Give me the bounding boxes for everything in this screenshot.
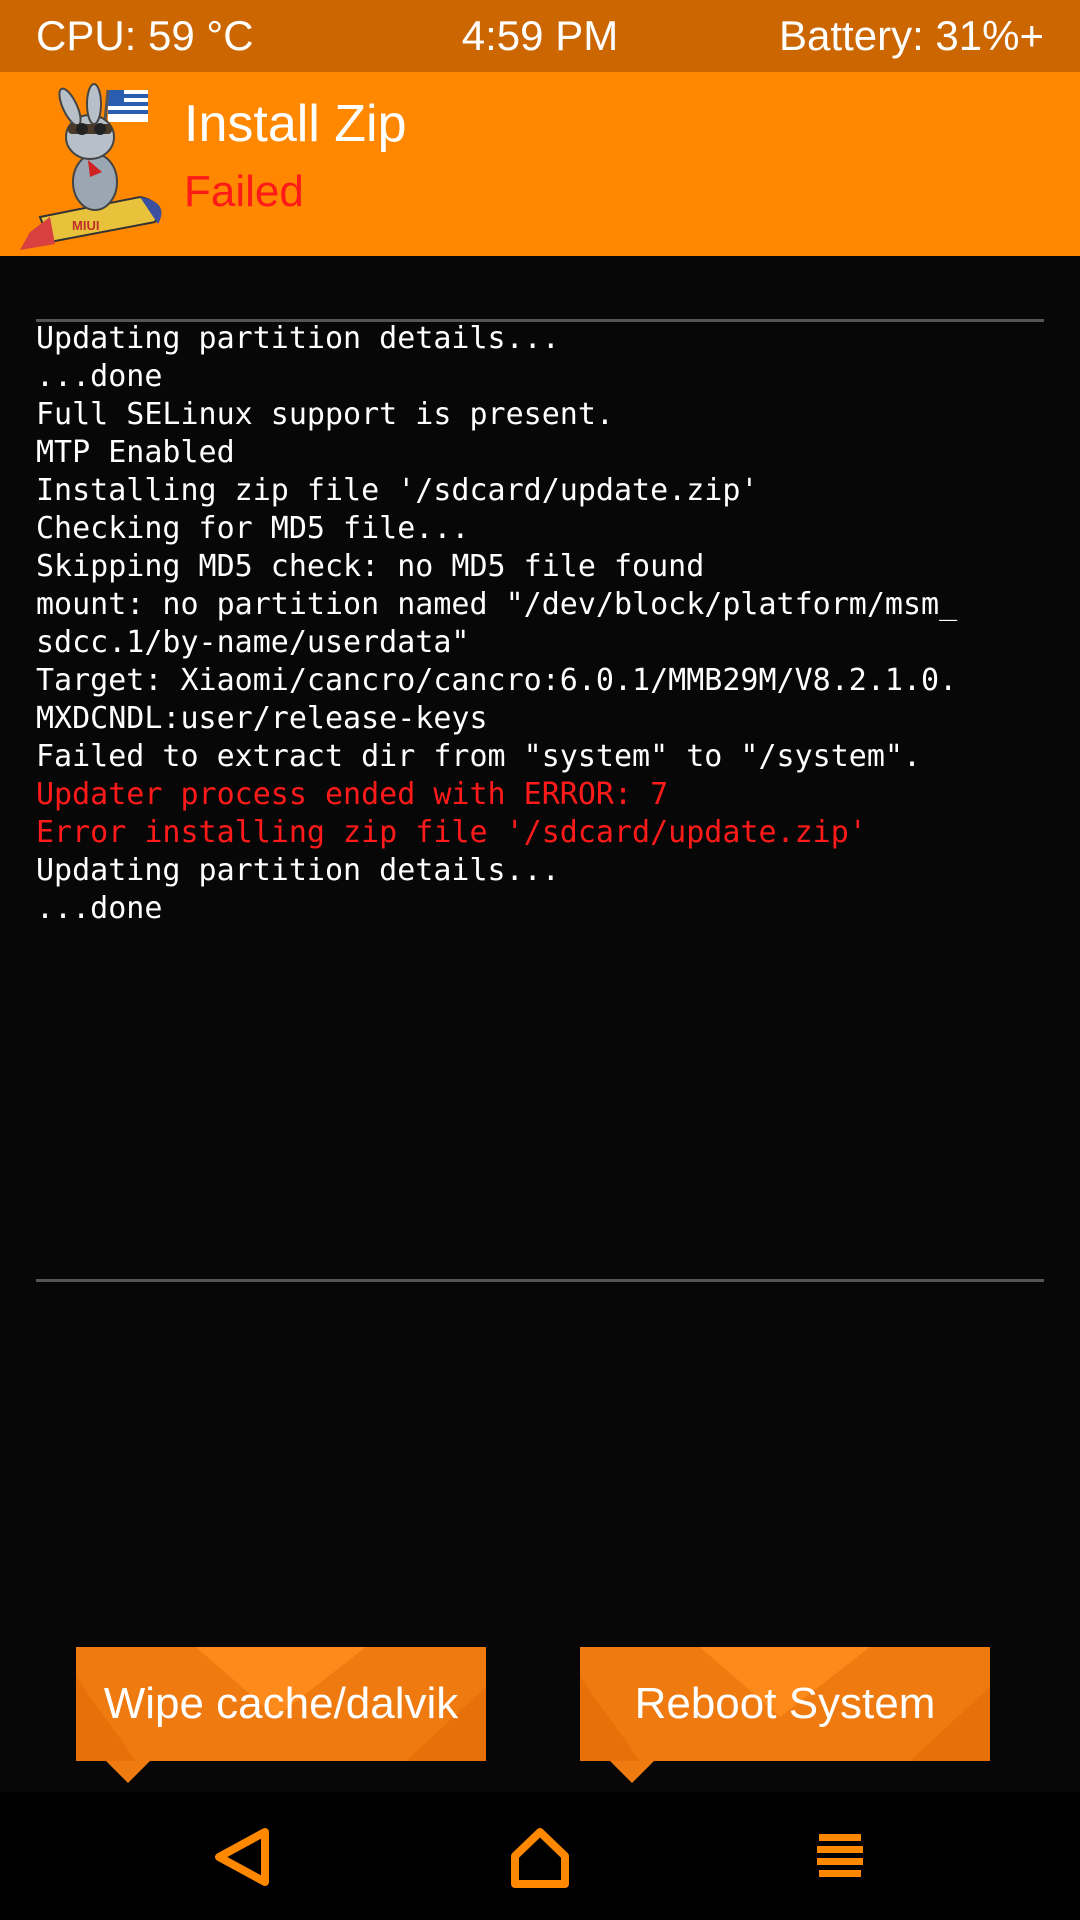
console-error-line: Updater process ended with ERROR: 7 xyxy=(36,777,669,812)
console-bottom-divider xyxy=(36,1279,1044,1282)
console-line: Failed to extract dir from "system" to "… xyxy=(36,739,922,774)
page-title: Install Zip xyxy=(184,95,407,153)
button-notch xyxy=(610,1761,654,1783)
miui-mascot-logo: MIUI xyxy=(20,83,162,250)
menu-icon[interactable] xyxy=(805,1822,875,1892)
install-status: Failed xyxy=(184,167,304,216)
console-line: MXDCNDL:user/release-keys xyxy=(36,701,488,736)
console-line: Updating partition details... xyxy=(36,321,560,356)
console-line: sdcc.1/by-name/userdata" xyxy=(36,625,470,660)
navigation-bar xyxy=(0,1792,1080,1920)
header: MIUI Install Zip Failed xyxy=(0,72,1080,256)
console-line: Target: Xiaomi/cancro/cancro:6.0.1/MMB29… xyxy=(36,663,958,698)
reboot-system-label: Reboot System xyxy=(634,1679,936,1728)
button-notch xyxy=(106,1761,150,1783)
console-line: ...done xyxy=(36,891,163,926)
console-line: mount: no partition named "/dev/block/pl… xyxy=(36,587,958,622)
console-line: Full SELinux support is present. xyxy=(36,397,614,432)
wipe-cache-dalvik-label: Wipe cache/dalvik xyxy=(103,1679,459,1728)
home-icon[interactable] xyxy=(505,1822,575,1892)
console-log: Updating partition details... ...done Full… xyxy=(36,320,1046,928)
console-line: Updating partition details... xyxy=(36,853,560,888)
battery-status: Battery: 31%+ xyxy=(779,12,1044,59)
back-triangle-icon[interactable] xyxy=(207,1822,277,1892)
console-line: Installing zip file '/sdcard/update.zip' xyxy=(36,473,759,508)
status-bar: CPU: 59 °C 4:59 PM Battery: 31%+ xyxy=(0,0,1080,72)
console-line: Checking for MD5 file... xyxy=(36,511,470,546)
reboot-system-button[interactable]: Reboot System xyxy=(580,1647,990,1783)
console-error-line: Error installing zip file '/sdcard/updat… xyxy=(36,815,867,850)
wipe-cache-dalvik-button[interactable]: Wipe cache/dalvik xyxy=(76,1647,486,1783)
console-line: ...done xyxy=(36,359,163,394)
console-line: Skipping MD5 check: no MD5 file found xyxy=(36,549,705,584)
console-line: MTP Enabled xyxy=(36,435,235,470)
logo-text: MIUI xyxy=(72,218,99,233)
